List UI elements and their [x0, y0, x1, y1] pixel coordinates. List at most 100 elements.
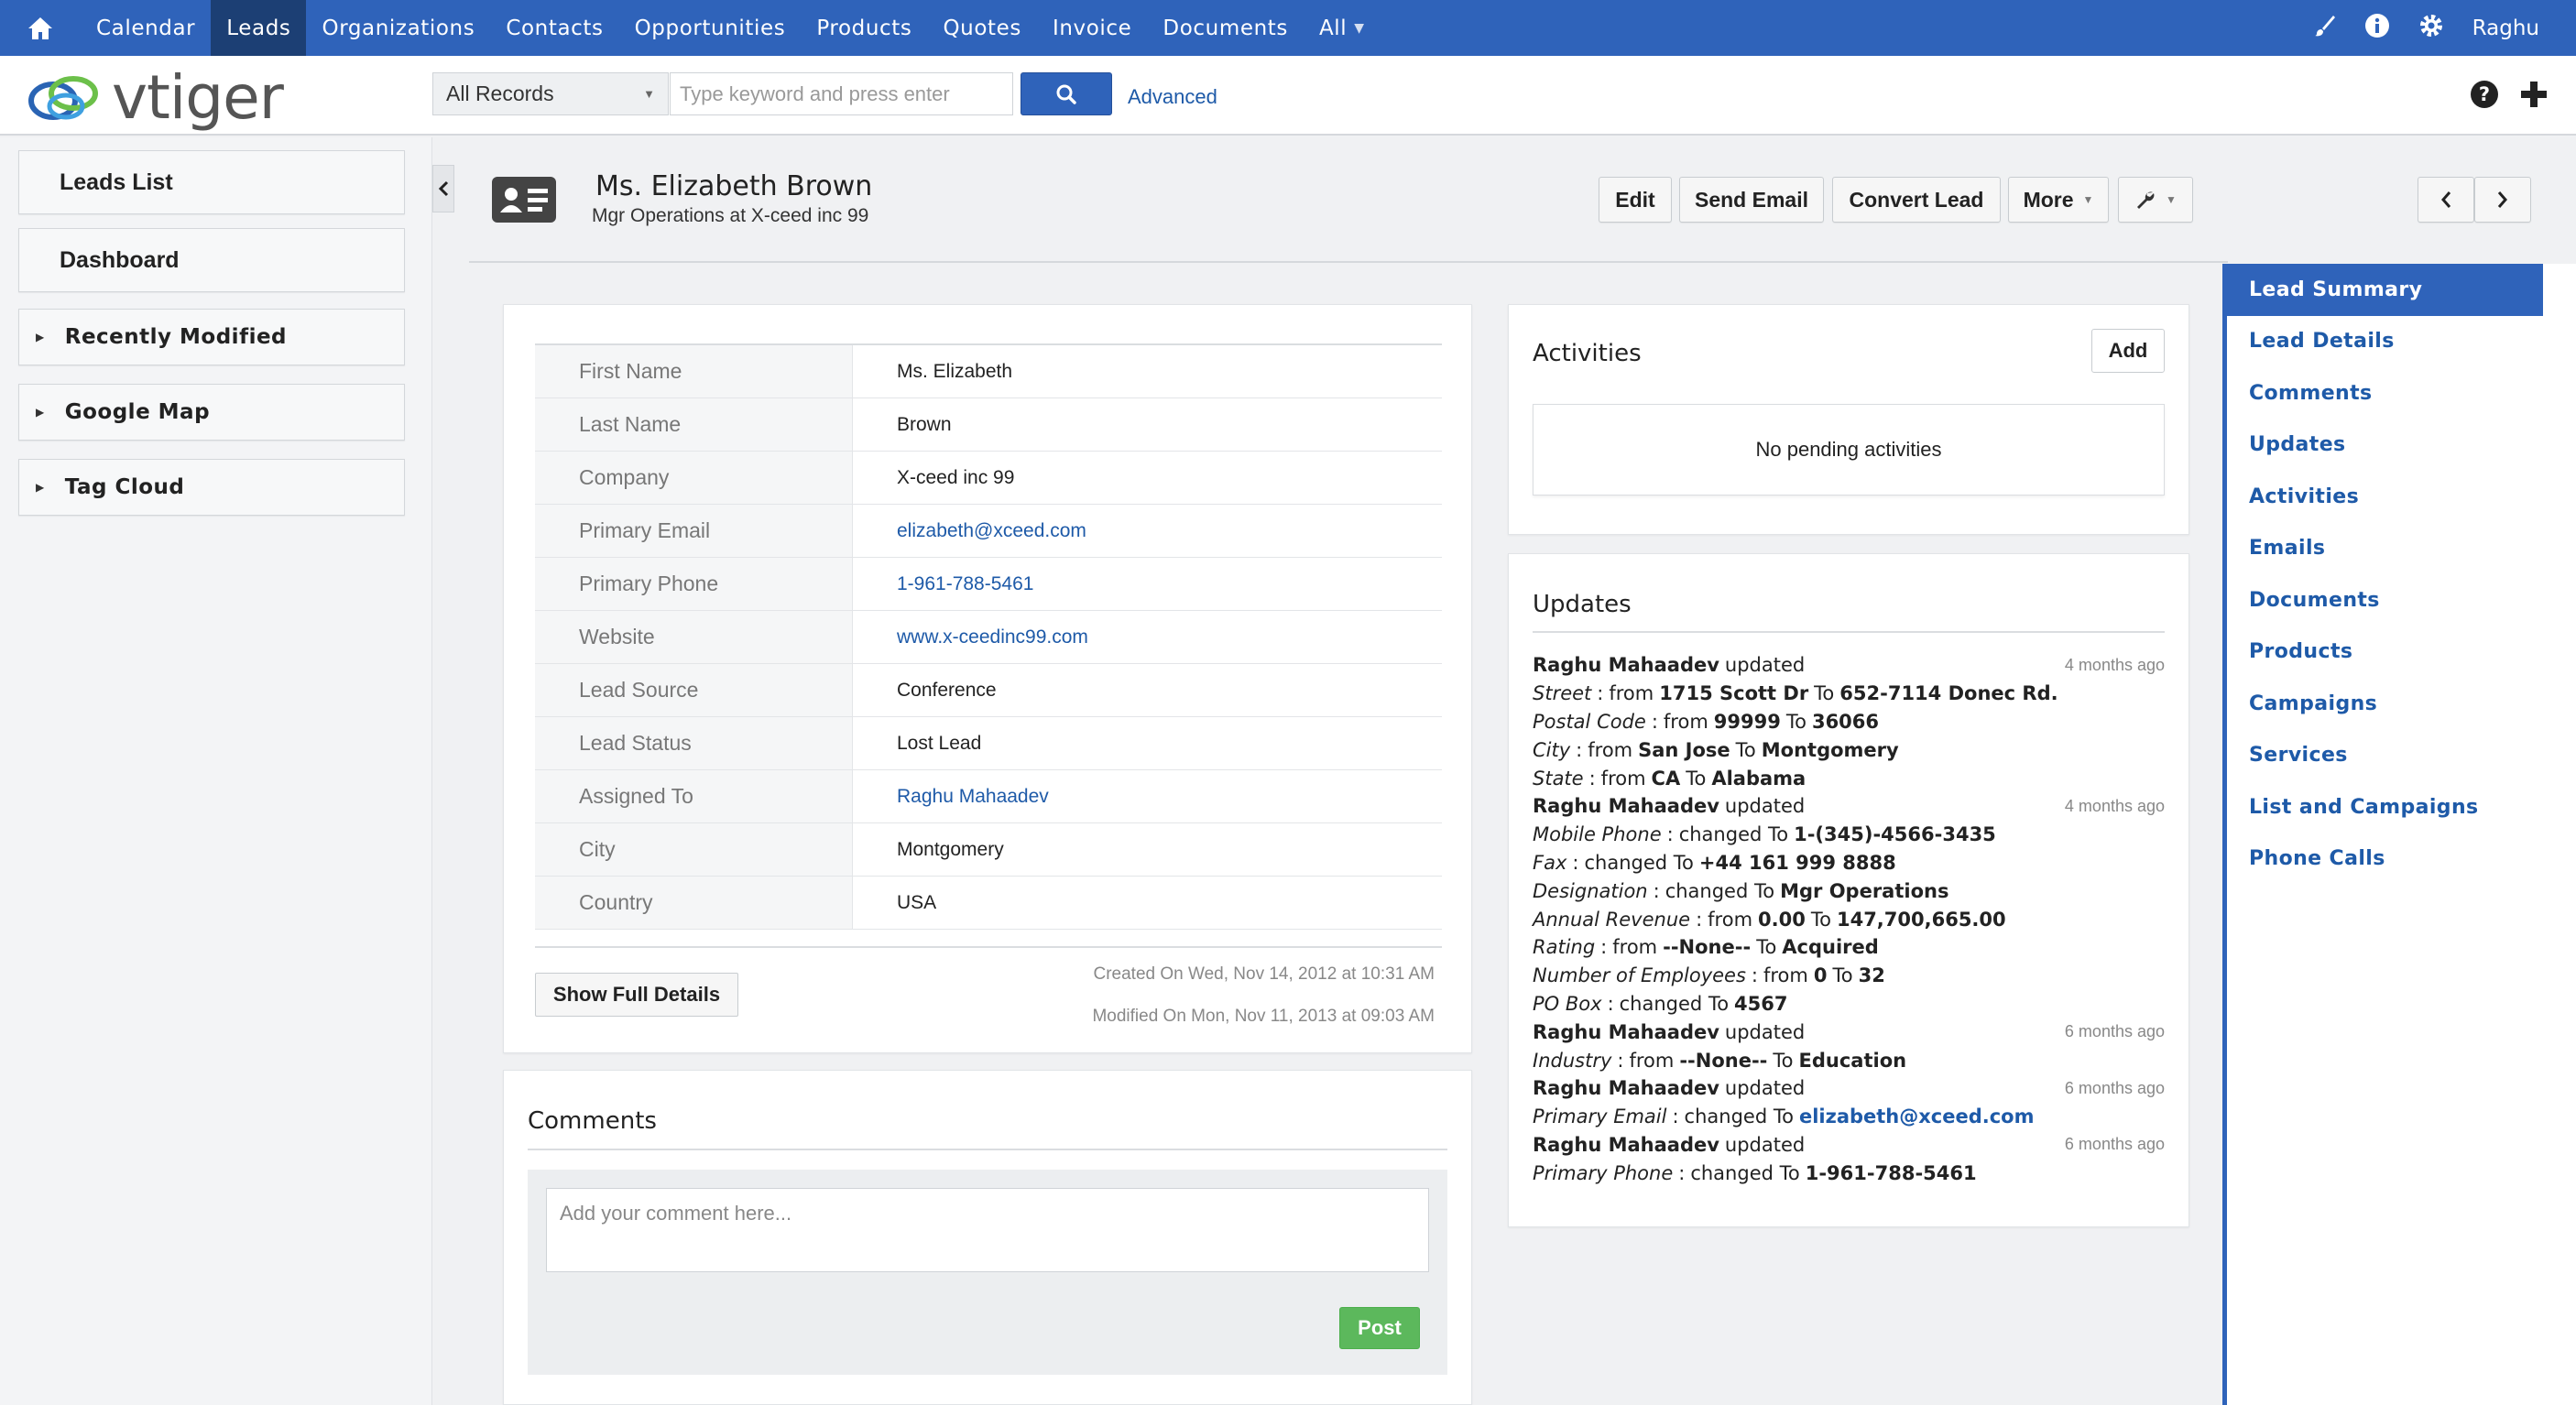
quick-create-plus-icon[interactable] [2519, 80, 2549, 114]
nav-item-invoice[interactable]: Invoice [1037, 0, 1147, 56]
brush-icon[interactable] [2313, 14, 2337, 43]
widget-recently-modified[interactable]: ▶ Recently Modified [18, 309, 405, 365]
related-item-services[interactable]: Services [2227, 730, 2576, 782]
logo-swirl-icon [28, 75, 98, 120]
related-item-lead-details[interactable]: Lead Details [2227, 316, 2576, 368]
related-item-lead-summary[interactable]: Lead Summary [2227, 264, 2543, 316]
related-item-campaigns[interactable]: Campaigns [2227, 678, 2576, 730]
help-icon[interactable]: ? [2470, 80, 2499, 114]
related-item-comments[interactable]: Comments [2227, 367, 2576, 419]
advanced-search-link[interactable]: Advanced [1128, 85, 1217, 109]
expand-triangle-icon: ▶ [36, 481, 45, 494]
field-value-text: Montgomery [897, 838, 1004, 860]
more-label: More [2023, 187, 2074, 212]
more-button[interactable]: More ▼ [2008, 177, 2109, 223]
send-email-button[interactable]: Send Email [1679, 177, 1824, 223]
post-comment-button[interactable]: Post [1339, 1307, 1420, 1349]
field-value-link[interactable]: 1-961-788-5461 [897, 573, 1033, 595]
change-verb: changed To [1684, 1105, 1794, 1128]
nav-item-leads[interactable]: Leads [211, 0, 307, 56]
colon-separator: : [1597, 682, 1604, 705]
related-item-activities[interactable]: Activities [2227, 471, 2576, 523]
field-value: 1-961-788-5461 [853, 558, 1442, 610]
field-value-link[interactable]: Raghu Mahaadev [897, 786, 1049, 808]
update-change-line: Street: from 1715 Scott Dr To 652-7114 Done… [1533, 680, 2165, 708]
record-filter-select[interactable]: All Records ▼ [432, 72, 669, 115]
related-item-list-and-campaigns[interactable]: List and Campaigns [2227, 781, 2576, 833]
comment-input[interactable] [546, 1188, 1429, 1272]
nav-item-quotes[interactable]: Quotes [927, 0, 1037, 56]
widget-google-map[interactable]: ▶ Google Map [18, 384, 405, 441]
summary-row-primary-email: Primary Email elizabeth@xceed.com [535, 505, 1442, 558]
new-value: Montgomery [1761, 738, 1899, 761]
dashboard-link[interactable]: Dashboard [18, 228, 405, 292]
change-verb: from [1588, 738, 1633, 761]
convert-lead-button[interactable]: Convert Lead [1832, 177, 2001, 223]
updates-list: Raghu Mahaadev updated 4 months ago Street:… [1533, 651, 2165, 1187]
search-input[interactable] [670, 72, 1013, 115]
nav-item-all[interactable]: All ▼ [1304, 0, 1381, 56]
updates-title: Updates [1533, 591, 1632, 618]
changed-field-name: Industry [1533, 1049, 1612, 1072]
user-menu[interactable]: Raghu [2472, 16, 2539, 40]
show-full-details-button[interactable]: Show Full Details [535, 973, 738, 1017]
changed-field-name: Annual Revenue [1533, 908, 1691, 931]
change-verb: changed To [1584, 851, 1694, 874]
summary-row-company: Company X-ceed inc 99 [535, 452, 1442, 505]
sidebar-collapse-toggle[interactable] [432, 165, 454, 212]
field-label: Primary Phone [535, 558, 853, 610]
update-time: 4 months ago [2064, 796, 2165, 815]
related-item-documents[interactable]: Documents [2227, 574, 2576, 626]
field-value-link[interactable]: elizabeth@xceed.com [897, 520, 1086, 542]
nav-item-contacts[interactable]: Contacts [490, 0, 618, 56]
info-icon[interactable] [2364, 13, 2390, 44]
changed-field-name: Primary Phone [1533, 1161, 1674, 1184]
search-button[interactable] [1021, 72, 1112, 115]
new-value[interactable]: elizabeth@xceed.com [1799, 1105, 2035, 1127]
leads-list-link[interactable]: Leads List [18, 150, 405, 214]
new-value: Acquired [1782, 936, 1879, 959]
vtiger-logo[interactable]: vtiger [26, 62, 284, 133]
wrench-icon [2137, 191, 2155, 209]
field-value-link[interactable]: www.x-ceedinc99.com [897, 626, 1088, 648]
activities-panel: Activities Add No pending activities [1508, 304, 2189, 535]
nav-item-label: Leads [226, 16, 291, 40]
update-change-line: PO Box: changed To 4567 [1533, 990, 2165, 1018]
changed-field-name: Designation [1533, 879, 1648, 902]
next-record-button[interactable] [2474, 177, 2531, 223]
chevron-down-icon: ▼ [2082, 193, 2094, 206]
field-label: Company [535, 452, 853, 504]
nav-item-products[interactable]: Products [801, 0, 927, 56]
nav-item-calendar[interactable]: Calendar [81, 0, 211, 56]
related-item-phone-calls[interactable]: Phone Calls [2227, 833, 2576, 886]
gear-icon[interactable] [2418, 12, 2445, 45]
change-verb: from [1600, 767, 1646, 790]
related-item-updates[interactable]: Updates [2227, 419, 2576, 472]
colon-separator: : [1653, 879, 1660, 902]
widget-tag-cloud[interactable]: ▶ Tag Cloud [18, 459, 405, 516]
home-icon[interactable] [0, 0, 81, 56]
field-value-text: Ms. Elizabeth [897, 360, 1013, 382]
edit-button[interactable]: Edit [1599, 177, 1672, 223]
previous-record-button[interactable] [2418, 177, 2474, 223]
divider [528, 1149, 1447, 1150]
field-value: Ms. Elizabeth [853, 345, 1442, 398]
chevron-left-icon [438, 180, 449, 197]
divider [1533, 631, 2165, 633]
to-word: To [1686, 767, 1707, 790]
changed-field-name: Postal Code [1533, 710, 1646, 733]
add-activity-button[interactable]: Add [2091, 329, 2165, 373]
update-action: updated [1724, 795, 1806, 818]
nav-item-label: Opportunities [634, 16, 786, 40]
settings-dropdown-button[interactable]: ▼ [2118, 177, 2193, 223]
change-verb: from [1763, 964, 1808, 987]
related-item-emails[interactable]: Emails [2227, 523, 2576, 575]
widget-label: Tag Cloud [64, 475, 185, 499]
nav-item-opportunities[interactable]: Opportunities [619, 0, 802, 56]
update-change-line: Annual Revenue: from 0.00 To 147,700,665.00 [1533, 905, 2165, 933]
nav-item-organizations[interactable]: Organizations [306, 0, 490, 56]
related-item-products[interactable]: Products [2227, 626, 2576, 679]
logo-text: vtiger [112, 62, 284, 133]
nav-item-documents[interactable]: Documents [1147, 0, 1304, 56]
change-verb: changed To [1678, 823, 1789, 846]
